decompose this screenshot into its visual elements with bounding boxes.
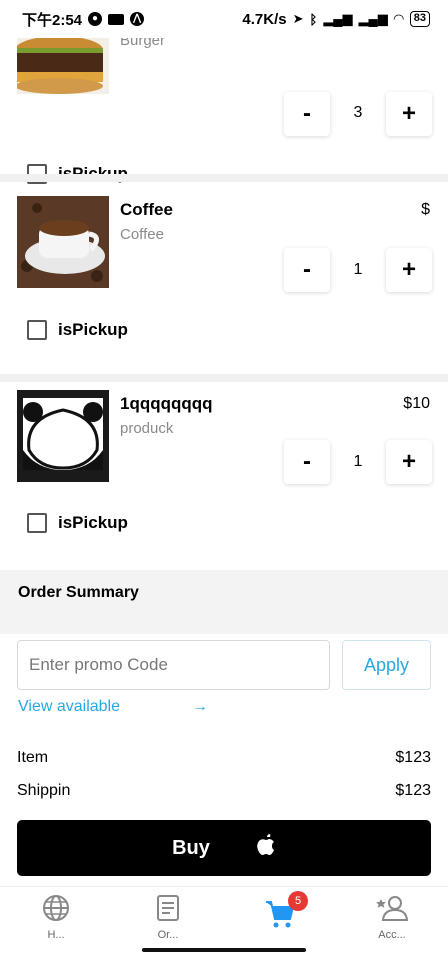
app-icon: ⋀	[130, 12, 145, 26]
pickup-checkbox[interactable]	[27, 513, 47, 533]
increase-qty-button[interactable]: +	[386, 248, 432, 292]
summary-value: $123	[395, 749, 431, 766]
status-left: 下午2:54 ● ⋀	[22, 9, 145, 30]
nav-label: H...	[47, 929, 65, 941]
nav-account[interactable]: Acc...	[336, 887, 448, 947]
home-indicator[interactable]	[142, 948, 306, 952]
item-name: 1qqqqqqqq	[120, 394, 213, 413]
nav-cart[interactable]: 5	[224, 887, 336, 947]
pickup-checkbox[interactable]	[27, 320, 47, 340]
decrease-qty-button[interactable]: -	[284, 440, 330, 484]
decrease-qty-button[interactable]: -	[284, 92, 330, 136]
nav-label: Or...	[157, 929, 179, 941]
pickup-toggle[interactable]: isPickup	[27, 320, 128, 340]
camera-icon	[108, 13, 125, 25]
orders-icon	[157, 895, 179, 921]
apple-icon	[256, 834, 276, 862]
signal-2-icon: ▂▄▆	[358, 11, 388, 26]
pickup-label: isPickup	[58, 320, 128, 339]
view-available-link[interactable]: View available →	[18, 698, 208, 716]
arrow-right-icon: →	[192, 698, 208, 715]
buy-button[interactable]: Buy	[17, 820, 431, 876]
summary-value: $123	[395, 782, 431, 799]
qty-value: 1	[353, 261, 363, 278]
summary-label: Shippin	[17, 782, 71, 799]
qty-value: 3	[353, 104, 363, 121]
nav-label: Acc...	[378, 929, 406, 941]
battery-icon: 83	[409, 11, 430, 27]
pickup-toggle[interactable]: isPickup	[27, 513, 128, 533]
order-summary-header	[0, 570, 448, 634]
bluetooth-icon: ᛒ	[309, 11, 318, 27]
wifi-icon: ◠	[393, 11, 404, 26]
nav-home[interactable]: H...	[0, 887, 112, 947]
view-available-label: View available	[18, 698, 120, 715]
promo-code-input[interactable]	[17, 640, 330, 690]
summary-row-item: Item $123	[17, 749, 431, 767]
cart-item: Coffee Coffee $ - 1 + isPickup	[0, 182, 448, 382]
coffee-image	[17, 196, 109, 288]
qty-value: 1	[353, 453, 363, 470]
divider	[0, 174, 448, 182]
signal-icon: ▂▄▆	[323, 11, 353, 26]
account-icon	[376, 896, 409, 921]
order-summary-title: Order Summary	[18, 584, 139, 601]
cart-item: 1qqqqqqqq produck $10 - 1 + isPickup	[0, 382, 448, 568]
buy-label: Buy	[172, 836, 210, 859]
decrease-qty-button[interactable]: -	[284, 248, 330, 292]
nav-orders[interactable]: Or...	[112, 887, 224, 947]
item-subtitle: produck	[120, 420, 174, 437]
location-icon: ➤	[292, 11, 304, 26]
status-right: 4.7K/s ➤ ᛒ ▂▄▆ ▂▄▆ ◠ 83	[242, 11, 430, 28]
summary-row-shipping: Shippin $123	[17, 782, 431, 800]
increase-qty-button[interactable]: +	[386, 440, 432, 484]
panda-image	[17, 390, 109, 482]
divider	[0, 374, 448, 382]
item-subtitle: Coffee	[120, 226, 164, 243]
notification-icon: ●	[88, 12, 103, 26]
item-price: $10	[403, 395, 430, 412]
item-price: $	[421, 201, 430, 218]
summary-label: Item	[17, 749, 49, 766]
item-name: Coffee	[120, 200, 173, 219]
status-time: 下午2:54	[22, 11, 83, 29]
net-speed: 4.7K/s	[242, 10, 287, 28]
cart-count-badge: 5	[288, 891, 308, 911]
increase-qty-button[interactable]: +	[386, 92, 432, 136]
pickup-label: isPickup	[58, 513, 128, 532]
apply-button[interactable]: Apply	[342, 640, 431, 690]
globe-icon	[43, 895, 69, 921]
status-bar: 下午2:54 ● ⋀ 4.7K/s ➤ ᛒ ▂▄▆ ▂▄▆ ◠ 83	[0, 0, 448, 38]
